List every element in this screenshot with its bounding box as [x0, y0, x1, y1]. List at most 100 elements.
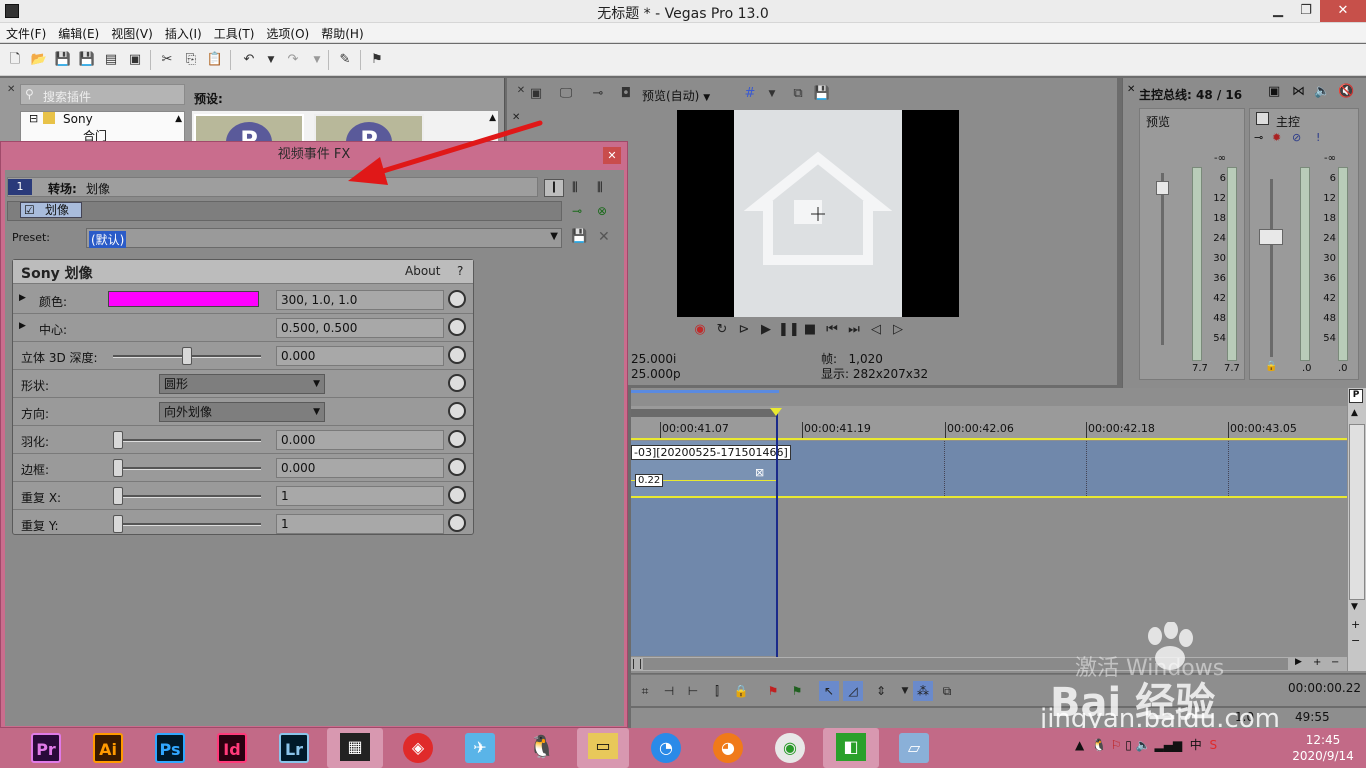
plugin-chain-icon[interactable]: ⊸: [572, 204, 582, 218]
go-to-end-icon[interactable]: ⏭: [844, 322, 864, 342]
paste-icon[interactable]: 📋: [206, 51, 224, 69]
fx-gear-icon[interactable]: ✹: [1272, 131, 1281, 144]
view-all-icon[interactable]: ⫼: [597, 180, 603, 195]
snap-toggle-icon[interactable]: P: [1349, 389, 1363, 403]
scroll-up-icon[interactable]: ▲: [1351, 408, 1358, 418]
preset-thumbnail[interactable]: P: [194, 114, 304, 162]
animate-icon[interactable]: [448, 486, 466, 504]
bypass-icon[interactable]: ⊘: [1292, 131, 1301, 144]
param-value[interactable]: 1: [276, 486, 444, 506]
auto-ripple-dropdown-icon[interactable]: ▼: [895, 681, 915, 701]
zoom-in-icon[interactable]: +: [1313, 657, 1321, 668]
playhead-cursor[interactable]: [776, 413, 778, 657]
normal-edit-tool-icon[interactable]: ↖: [819, 681, 839, 701]
go-to-start-icon[interactable]: ⏮: [822, 322, 842, 342]
param-value[interactable]: 0.500, 0.500: [276, 318, 444, 338]
param-value[interactable]: 0.000: [276, 430, 444, 450]
expand-icon[interactable]: ▶: [19, 293, 26, 303]
speaker-icon[interactable]: 🔈: [1314, 84, 1330, 99]
new-icon[interactable]: 🗋: [6, 51, 24, 69]
region-icon[interactable]: ⚑: [787, 681, 807, 701]
redo-dropdown-icon[interactable]: ▼: [308, 51, 326, 69]
param-value[interactable]: 0.000: [276, 458, 444, 478]
timeline-horizontal-scrollbar[interactable]: ▶ + −: [631, 657, 1347, 671]
stop-icon[interactable]: ■: [800, 322, 820, 342]
explorer-taskbar-button[interactable]: ▭: [577, 728, 629, 768]
view-double-icon[interactable]: ⫼: [572, 180, 578, 195]
lock-icon[interactable]: 🔒: [731, 681, 751, 701]
help-link[interactable]: ?: [457, 264, 463, 278]
param-slider-knob[interactable]: [182, 347, 192, 365]
fx-close-icon[interactable]: ✕: [603, 147, 621, 164]
undo-icon[interactable]: ↶: [240, 51, 258, 69]
preview-quality-dropdown[interactable]: 预览(自动) ▼: [642, 87, 710, 104]
overlays-icon[interactable]: #: [741, 85, 759, 103]
scroll-right-icon[interactable]: ▶: [1295, 657, 1302, 667]
external-monitor-icon[interactable]: 🖵: [557, 85, 575, 103]
open-icon[interactable]: 📂: [30, 51, 48, 69]
animate-icon[interactable]: [448, 374, 466, 392]
tree-expand-icon[interactable]: ⊟: [29, 112, 38, 125]
zoom-out-icon[interactable]: −: [1331, 657, 1339, 668]
save-preset-icon[interactable]: 💾: [571, 229, 587, 244]
illustrator-app-icon[interactable]: Ai: [93, 733, 123, 763]
scroll-handle-icon[interactable]: [633, 659, 641, 669]
zoom-out-icon[interactable]: −: [1351, 634, 1360, 647]
selected-region[interactable]: [631, 498, 777, 656]
menu-view[interactable]: 视图(V): [105, 23, 159, 42]
color-swatch[interactable]: [108, 291, 259, 307]
param-slider-track[interactable]: [113, 495, 261, 498]
lock-envelopes-icon[interactable]: ⁂: [913, 681, 933, 701]
param-slider-track[interactable]: [113, 467, 261, 470]
battery-icon[interactable]: ▯: [1125, 738, 1132, 752]
copy-icon[interactable]: ⎘: [182, 51, 200, 69]
menu-help[interactable]: 帮助(H): [315, 23, 369, 42]
animate-icon[interactable]: [448, 318, 466, 336]
animate-icon[interactable]: [448, 290, 466, 308]
transition-icon[interactable]: ⊠: [755, 466, 764, 479]
param-value[interactable]: 300, 1.0, 1.0: [276, 290, 444, 310]
qq-tray-icon[interactable]: 🐧: [1092, 738, 1107, 752]
trim-end-icon[interactable]: ⊢: [683, 681, 703, 701]
menu-edit[interactable]: 编辑(E): [52, 23, 105, 42]
expand-icon[interactable]: ▶: [19, 321, 26, 331]
whats-this-icon[interactable]: ⚑: [368, 51, 386, 69]
loop-icon[interactable]: ↻: [712, 322, 732, 342]
shape-dropdown[interactable]: 圆形 ▼: [159, 374, 325, 394]
photoshop-app-icon[interactable]: Ps: [155, 733, 185, 763]
preview-fader[interactable]: [1156, 181, 1169, 195]
system-clock[interactable]: 12:45 2020/9/14: [1290, 732, 1356, 764]
ime-indicator[interactable]: 中: [1190, 738, 1202, 752]
undo-dropdown-icon[interactable]: ▼: [262, 51, 280, 69]
delete-preset-icon[interactable]: ✕: [598, 229, 610, 245]
plugin-chip[interactable]: ☑ 划像: [20, 202, 82, 218]
animate-icon[interactable]: [448, 458, 466, 476]
envelope-tool-icon[interactable]: ◿: [843, 681, 863, 701]
param-value[interactable]: 1: [276, 514, 444, 534]
play-icon[interactable]: ▶: [756, 322, 776, 342]
fx-icon[interactable]: ⊸: [589, 85, 607, 103]
param-slider-track[interactable]: [113, 523, 261, 526]
menu-tools[interactable]: 工具(T): [208, 23, 261, 42]
playhead-marker[interactable]: [770, 408, 782, 416]
play-from-start-icon[interactable]: ⊳: [734, 322, 754, 342]
menu-options[interactable]: 选项(O): [260, 23, 315, 42]
enable-snapping-icon[interactable]: ✎: [336, 51, 354, 69]
chrome-icon[interactable]: ◉: [775, 733, 805, 763]
flag-icon[interactable]: ⚐: [1111, 738, 1122, 752]
properties-icon[interactable]: ▣: [126, 51, 144, 69]
param-slider-track[interactable]: [113, 439, 261, 442]
scroll-up-icon[interactable]: ▲: [175, 114, 182, 124]
mute-icon[interactable]: 🔇: [1338, 84, 1354, 99]
record-icon[interactable]: ◉: [690, 322, 710, 342]
ignore-grouping-icon[interactable]: ⧉: [937, 681, 957, 701]
marker-icon[interactable]: ⚑: [763, 681, 783, 701]
animate-icon[interactable]: [448, 402, 466, 420]
overlays-dropdown-icon[interactable]: ▼: [763, 85, 781, 103]
info-icon[interactable]: !: [1316, 131, 1320, 144]
scroll-thumb[interactable]: [1349, 424, 1365, 600]
checkbox-icon[interactable]: ☑: [24, 203, 35, 218]
premiere-app-icon[interactable]: Pr: [31, 733, 61, 763]
browser-icon-orange[interactable]: ◕: [713, 733, 743, 763]
dock-handle-icon[interactable]: ✕: [7, 84, 15, 95]
